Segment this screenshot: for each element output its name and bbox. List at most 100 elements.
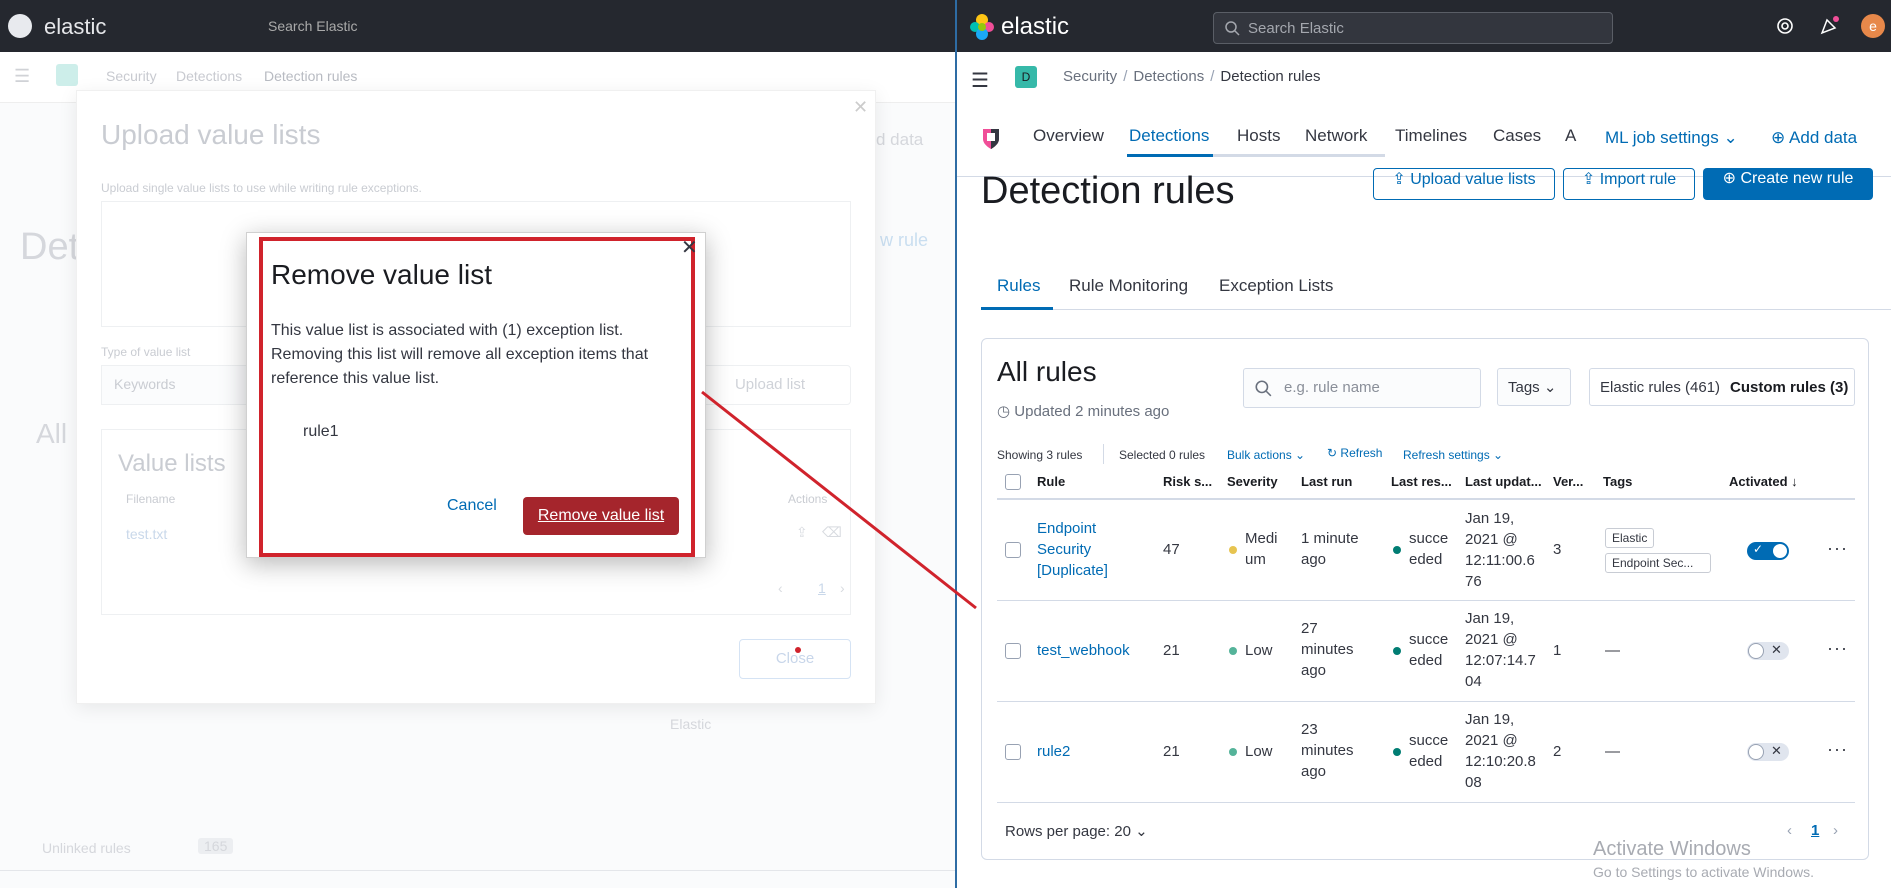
- last-run: 1 minute ago: [1301, 530, 1359, 568]
- severity-medium-dot: [1229, 546, 1237, 554]
- activated-toggle-off[interactable]: ✕: [1747, 642, 1789, 660]
- tab-timelines[interactable]: Timelines: [1395, 126, 1467, 146]
- upload-list-button[interactable]: Upload list: [689, 365, 851, 405]
- last-updated: Jan 19, 2021 @12:11:00.6 76: [1465, 510, 1535, 590]
- pager-prev-icon[interactable]: ‹: [1787, 822, 1792, 839]
- create-new-rule-button[interactable]: ⊕ Create new rule: [1703, 168, 1873, 200]
- tab-exception-lists[interactable]: Exception Lists: [1219, 276, 1333, 296]
- tab-network[interactable]: Network: [1305, 126, 1367, 146]
- row-checkbox[interactable]: [1005, 542, 1021, 558]
- row-actions-icon[interactable]: ···: [1827, 538, 1848, 559]
- last-response: succe eded: [1409, 530, 1449, 568]
- selected-count: Selected 0 rules: [1119, 448, 1206, 462]
- row-actions-icon[interactable]: ···: [1827, 739, 1848, 760]
- tab-detections[interactable]: Detections: [1129, 126, 1209, 146]
- col-version[interactable]: Ver...: [1553, 474, 1583, 489]
- left-bg-all: All: [36, 418, 68, 449]
- add-data-button[interactable]: ⊕ Add data: [1771, 128, 1857, 148]
- delete-icon[interactable]: ⌫: [822, 524, 842, 541]
- tab-overflow[interactable]: A: [1565, 126, 1576, 146]
- dialog-title: Remove value list: [271, 259, 492, 290]
- left-bg-title: Det: [20, 226, 80, 268]
- left-space-badge[interactable]: [56, 64, 78, 86]
- tab-overview[interactable]: Overview: [1033, 126, 1104, 146]
- left-bg-unlinked-count: 165: [198, 838, 234, 854]
- dialog-close-icon[interactable]: ✕: [681, 235, 698, 260]
- menu-icon[interactable]: ☰: [971, 68, 989, 93]
- tab-hosts[interactable]: Hosts: [1237, 126, 1280, 146]
- tag-badge[interactable]: Endpoint Sec...: [1605, 553, 1711, 573]
- risk-score: 21: [1163, 642, 1180, 659]
- severity: Low: [1245, 743, 1273, 760]
- col-last-response[interactable]: Last res...: [1391, 474, 1452, 489]
- rule-type-filter: Elastic rules (461) Custom rules (3): [1589, 368, 1855, 406]
- refresh-button[interactable]: ↻ Refresh: [1327, 446, 1382, 460]
- upload-modal-close-button[interactable]: Close: [739, 639, 851, 679]
- rule-name-link[interactable]: rule2: [1037, 741, 1070, 762]
- custom-rules-filter[interactable]: Custom rules (3): [1730, 369, 1848, 407]
- import-rule-button[interactable]: ⇪ Import rule: [1563, 168, 1695, 200]
- last-run: 23 minutes ago: [1301, 721, 1354, 780]
- rule-name-link[interactable]: test_webhook: [1037, 640, 1130, 661]
- left-menu-icon[interactable]: ☰: [14, 66, 30, 87]
- cancel-button[interactable]: Cancel: [447, 497, 497, 515]
- col-tags[interactable]: Tags: [1603, 474, 1632, 489]
- tags-filter[interactable]: Tags ⌄: [1497, 368, 1571, 406]
- type-label: Type of value list: [101, 345, 191, 359]
- col-activated[interactable]: Activated ↓: [1729, 474, 1798, 489]
- ml-job-settings-button[interactable]: ML job settings ⌄: [1605, 128, 1738, 148]
- refresh-settings-button[interactable]: Refresh settings ⌄: [1403, 448, 1503, 462]
- version: 2: [1553, 743, 1562, 760]
- rules-tabs-line: [981, 309, 1891, 310]
- user-avatar[interactable]: e: [1861, 14, 1885, 38]
- tag-badge[interactable]: Elastic: [1605, 528, 1655, 548]
- export-icon[interactable]: ⇪: [796, 524, 808, 541]
- clock-icon: ◷: [997, 403, 1011, 420]
- row-checkbox[interactable]: [1005, 643, 1021, 659]
- col-rule[interactable]: Rule: [1037, 474, 1065, 489]
- left-crumb-detections[interactable]: Detections: [176, 68, 242, 84]
- pager-next-icon[interactable]: ›: [840, 580, 845, 596]
- col-last-updated[interactable]: Last updat...: [1465, 474, 1542, 489]
- value-list-filename[interactable]: test.txt: [126, 526, 167, 542]
- row-actions-icon[interactable]: ···: [1827, 638, 1848, 659]
- col-last-run[interactable]: Last run: [1301, 474, 1352, 489]
- tab-cases[interactable]: Cases: [1493, 126, 1541, 146]
- activated-toggle-off[interactable]: ✕: [1747, 743, 1789, 761]
- space-avatar[interactable]: D: [1015, 66, 1037, 88]
- tab-rule-monitoring[interactable]: Rule Monitoring: [1069, 276, 1188, 296]
- left-crumb-security[interactable]: Security: [106, 68, 157, 84]
- bulk-actions-button[interactable]: Bulk actions ⌄: [1227, 448, 1305, 462]
- remove-value-list-button[interactable]: Remove value list: [523, 497, 679, 535]
- pager-prev-icon[interactable]: ‹: [778, 580, 783, 596]
- upload-modal-close-icon[interactable]: ✕: [853, 97, 868, 118]
- pager-page[interactable]: 1: [818, 580, 826, 596]
- pager-current-page[interactable]: 1: [1811, 822, 1819, 839]
- pager-next-icon[interactable]: ›: [1833, 822, 1838, 839]
- last-run: 27 minutes ago: [1301, 620, 1354, 679]
- upload-value-lists-button[interactable]: ⇪ Upload value lists: [1373, 168, 1555, 200]
- col-severity[interactable]: Severity: [1227, 474, 1278, 489]
- help-icon[interactable]: [1775, 16, 1795, 36]
- row-checkbox[interactable]: [1005, 744, 1021, 760]
- left-bg-data: d data: [876, 130, 924, 149]
- select-all-checkbox[interactable]: [1005, 474, 1021, 490]
- rows-per-page-button[interactable]: Rows per page: 20 ⌄: [1005, 822, 1148, 840]
- crumb-security[interactable]: Security: [1063, 68, 1117, 85]
- tab-rules[interactable]: Rules: [997, 276, 1040, 296]
- newsfeed-icon[interactable]: [1819, 16, 1839, 36]
- left-search-placeholder[interactable]: Search Elastic: [268, 12, 598, 40]
- activated-toggle-on[interactable]: ✓: [1747, 542, 1789, 560]
- col-risk[interactable]: Risk s...: [1163, 474, 1212, 489]
- search-input[interactable]: Search Elastic: [1213, 12, 1613, 44]
- rule-name-link[interactable]: Endpoint Security [Duplicate]: [1037, 518, 1108, 581]
- elastic-rules-filter[interactable]: Elastic rules (461): [1600, 369, 1720, 407]
- upload-modal-title: Upload value lists: [101, 119, 321, 150]
- rule-search-input[interactable]: e.g. rule name: [1243, 368, 1481, 408]
- left-bg-divider: [0, 870, 955, 871]
- referenced-exception-list: rule1: [303, 423, 339, 440]
- crumb-current: Detection rules: [1220, 68, 1321, 85]
- crumb-detections[interactable]: Detections: [1133, 68, 1204, 85]
- chevron-down-icon: ⌄: [1723, 128, 1738, 147]
- updated-text: ◷ Updated 2 minutes ago: [997, 403, 1170, 420]
